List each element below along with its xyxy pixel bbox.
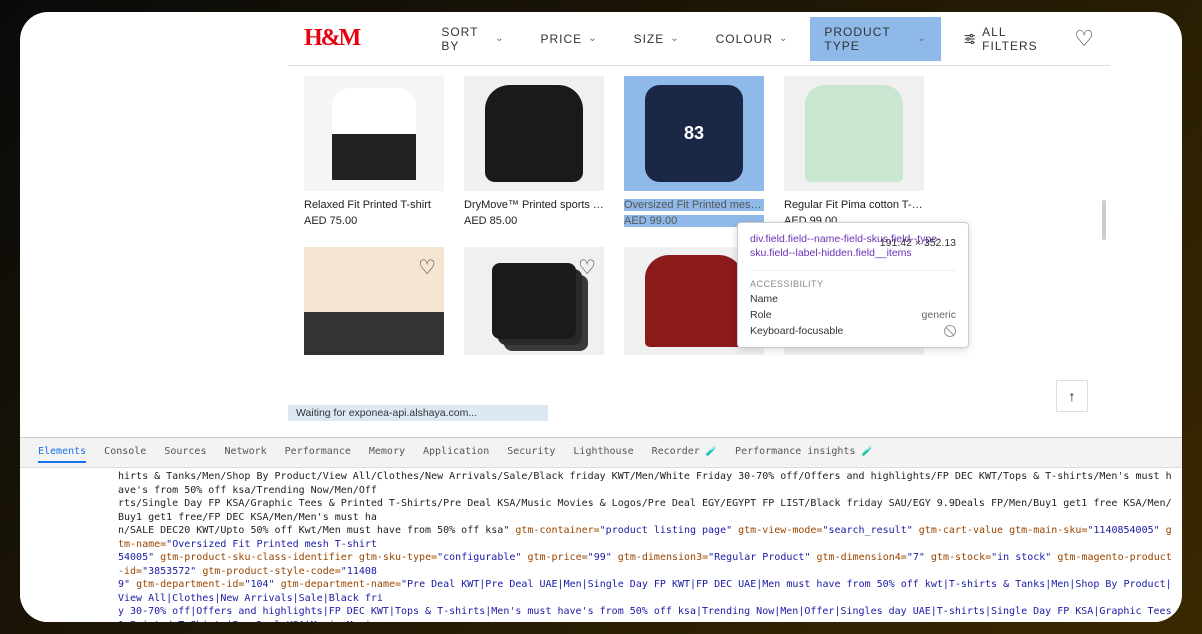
scrollbar-thumb[interactable]	[1102, 200, 1106, 240]
filter-product-type[interactable]: PRODUCT TYPE ⌄	[810, 17, 940, 61]
product-image: ♡	[464, 247, 604, 355]
tab-sources[interactable]: Sources	[164, 442, 206, 463]
product-image: ♡	[304, 247, 444, 355]
chevron-down-icon: ⌄	[917, 33, 926, 44]
filter-colour-label: COLOUR	[716, 32, 773, 46]
product-image	[784, 76, 924, 191]
product-price: AED 75.00	[304, 215, 444, 227]
product-title: Oversized Fit Printed mesh T-s...	[624, 199, 764, 211]
not-focusable-icon	[944, 325, 956, 337]
dom-text: y 30-70% off|Offers and highlights|FP DE…	[118, 606, 1178, 622]
devtools-panel: Elements Console Sources Network Perform…	[20, 437, 1182, 622]
product-image	[304, 76, 444, 191]
filter-price[interactable]: PRICE ⌄	[527, 24, 612, 54]
tooltip-section-accessibility: ACCESSIBILITY	[750, 270, 956, 289]
tab-elements[interactable]: Elements	[38, 442, 86, 463]
product-title: Relaxed Fit Printed T-shirt	[304, 199, 444, 211]
filter-all-label: ALL FILTERS	[982, 25, 1052, 53]
filter-sort[interactable]: SORT BY ⌄	[427, 17, 518, 61]
tooltip-role-value: generic	[922, 309, 956, 321]
tab-perf-insights[interactable]: Performance insights 🧪	[735, 442, 873, 463]
dom-text: rts/Single Day FP KSA/Graphic Tees & Pri…	[118, 498, 1172, 523]
tab-recorder[interactable]: Recorder 🧪	[652, 442, 717, 463]
filter-all[interactable]: ALL FILTERS	[949, 17, 1066, 61]
devtools-inspect-tooltip: div.field.field--name-field-skus.field--…	[737, 222, 969, 348]
product-card[interactable]: ♡	[464, 247, 604, 355]
tab-application[interactable]: Application	[423, 442, 489, 463]
tab-console[interactable]: Console	[104, 442, 146, 463]
filter-bar: H&M SORT BY ⌄ PRICE ⌄ SIZE ⌄ COLOUR ⌄ PRODUC…	[288, 12, 1110, 66]
scroll-to-top-button[interactable]: ↑	[1056, 380, 1088, 412]
tooltip-dimensions: 191.42 × 352.13	[880, 237, 956, 249]
filter-size[interactable]: SIZE ⌄	[620, 24, 694, 54]
product-image	[464, 76, 604, 191]
wishlist-icon[interactable]: ♡	[1074, 26, 1094, 52]
filter-price-label: PRICE	[541, 32, 583, 46]
filter-size-label: SIZE	[634, 32, 665, 46]
sliders-icon	[963, 31, 976, 47]
flask-icon: 🧪	[862, 447, 873, 457]
flask-icon: 🧪	[706, 447, 717, 457]
chevron-down-icon: ⌄	[495, 33, 504, 44]
devtools-tabs: Elements Console Sources Network Perform…	[20, 438, 1182, 468]
tab-performance[interactable]: Performance	[285, 442, 351, 463]
browser-status-bar: Waiting for exponea-api.alshaya.com...	[288, 405, 548, 421]
heart-icon[interactable]: ♡	[578, 255, 596, 280]
dom-text: n/SALE DEC20 KWT/Upto 50% off Kwt/Men mu…	[118, 525, 503, 536]
tooltip-keyboard-label: Keyboard-focusable	[750, 325, 843, 337]
tooltip-role-label: Role	[750, 309, 772, 321]
product-card-inspected[interactable]: Oversized Fit Printed mesh T-s... AED 99…	[624, 76, 764, 227]
heart-icon[interactable]: ♡	[418, 255, 436, 280]
product-card[interactable]: Regular Fit Pima cotton T-shirt AED 99.0…	[784, 76, 924, 227]
product-title: DryMove™ Printed sports T-shi...	[464, 199, 604, 211]
tooltip-name-label: Name	[750, 293, 778, 305]
chevron-down-icon: ⌄	[779, 33, 788, 44]
filter-sort-label: SORT BY	[441, 25, 489, 53]
product-grid: Relaxed Fit Printed T-shirt AED 75.00 Dr…	[288, 66, 1110, 365]
product-image	[624, 76, 764, 191]
product-title: Regular Fit Pima cotton T-shirt	[784, 199, 924, 211]
tab-network[interactable]: Network	[224, 442, 266, 463]
filter-colour[interactable]: COLOUR ⌄	[702, 24, 803, 54]
hm-logo[interactable]: H&M	[304, 25, 359, 52]
chevron-down-icon: ⌄	[670, 33, 679, 44]
product-price: AED 85.00	[464, 215, 604, 227]
chevron-down-icon: ⌄	[588, 33, 597, 44]
product-card[interactable]: Relaxed Fit Printed T-shirt AED 75.00	[304, 76, 444, 227]
devtools-elements-tree[interactable]: hirts & Tanks/Men/Shop By Product/View A…	[20, 468, 1182, 622]
tab-memory[interactable]: Memory	[369, 442, 405, 463]
tab-security[interactable]: Security	[507, 442, 555, 463]
filter-product-type-label: PRODUCT TYPE	[824, 25, 911, 53]
product-card[interactable]: DryMove™ Printed sports T-shi... AED 85.…	[464, 76, 604, 227]
tab-lighthouse[interactable]: Lighthouse	[573, 442, 633, 463]
dom-text: hirts & Tanks/Men/Shop By Product/View A…	[118, 471, 1172, 496]
webpage-viewport: H&M SORT BY ⌄ PRICE ⌄ SIZE ⌄ COLOUR ⌄ PRODUC…	[288, 12, 1110, 437]
product-card[interactable]: ♡	[304, 247, 444, 355]
